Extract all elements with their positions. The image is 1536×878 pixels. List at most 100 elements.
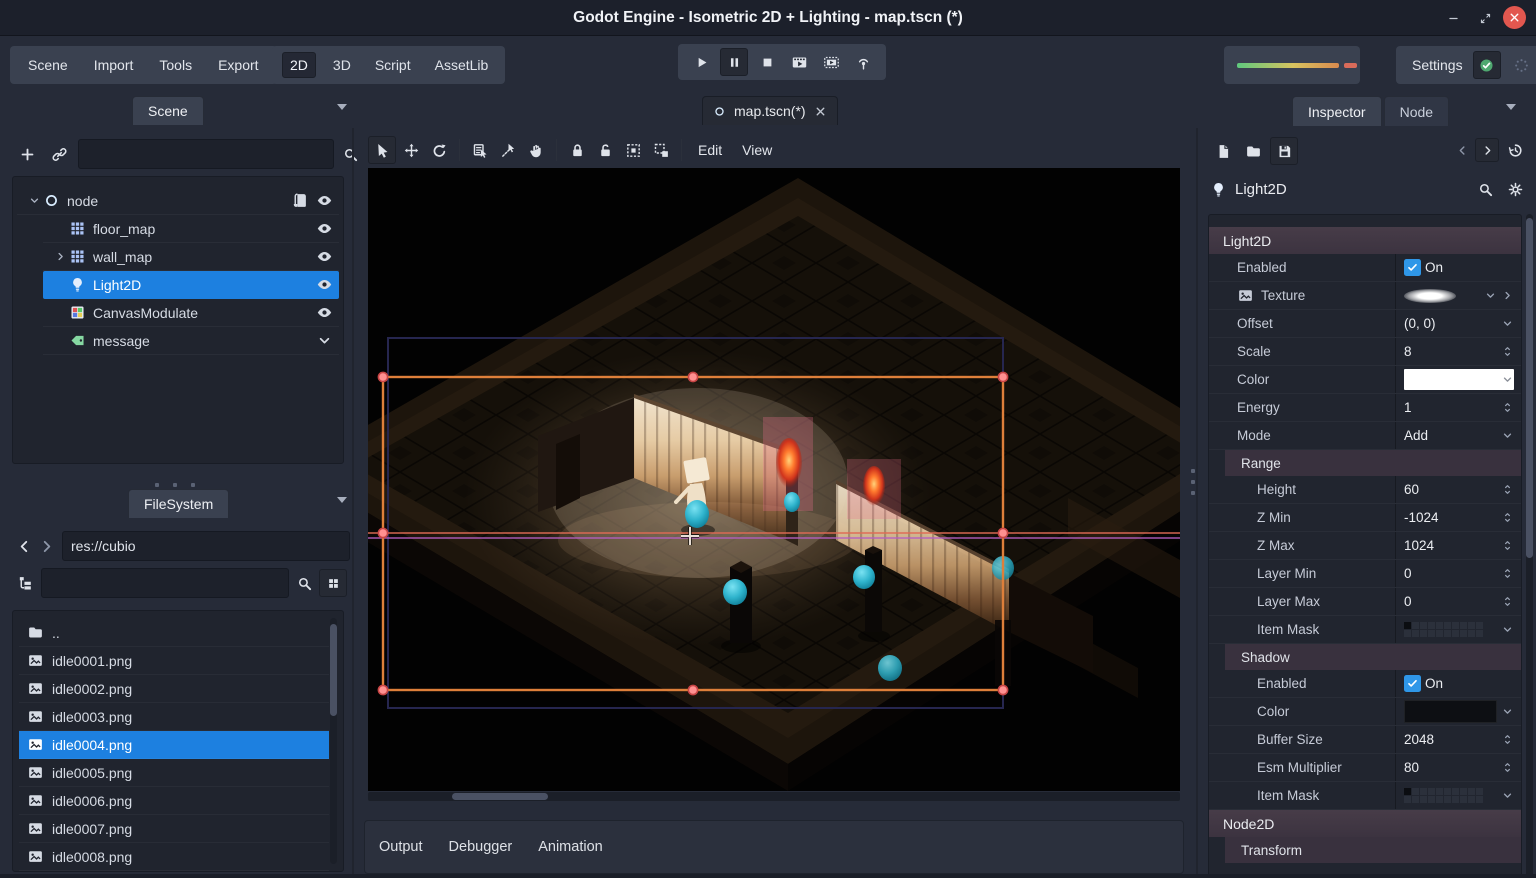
chevron-down-icon[interactable] (1501, 429, 1514, 442)
chevron-down-icon[interactable] (1501, 789, 1514, 802)
color-swatch[interactable] (1404, 369, 1514, 390)
scene-node-CanvasModulate[interactable]: CanvasModulate (43, 299, 339, 327)
add-node-button[interactable] (14, 141, 40, 167)
spin-updown-icon[interactable] (1501, 761, 1514, 774)
file-item-idle0006.png[interactable]: idle0006.png (19, 787, 329, 815)
file-item-idle0002.png[interactable]: idle0002.png (19, 675, 329, 703)
file-item-idle0003.png[interactable]: idle0003.png (19, 703, 329, 731)
pan-tool[interactable] (523, 137, 549, 163)
visibility-eye-icon[interactable] (316, 192, 333, 209)
ungroup-tool[interactable] (648, 137, 674, 163)
file-item-idle0005.png[interactable]: idle0005.png (19, 759, 329, 787)
settings-button[interactable]: Settings (1410, 57, 1465, 73)
file-item-idle0008.png[interactable]: idle0008.png (19, 843, 329, 871)
viewport-hscrollbar[interactable] (368, 792, 1180, 801)
stop-button[interactable] (754, 49, 780, 75)
select-tool[interactable] (368, 136, 396, 164)
category-light2d[interactable]: Light2D (1209, 227, 1521, 254)
dock-menu-arrow-right[interactable] (1506, 104, 1516, 110)
bottom-tab-output[interactable]: Output (379, 839, 423, 855)
ruler-tool[interactable] (495, 137, 521, 163)
group-tool[interactable] (620, 137, 646, 163)
close-tab-icon[interactable] (814, 105, 827, 118)
scene-file-tab[interactable]: map.tscn(*) (702, 96, 838, 125)
filesystem-menu-arrow[interactable] (337, 497, 347, 503)
vcs-ok-icon[interactable] (1473, 51, 1501, 79)
tab-scene-dock[interactable]: Scene (132, 96, 204, 125)
file-item-idle0007.png[interactable]: idle0007.png (19, 815, 329, 843)
layer-mask-grid[interactable] (1404, 622, 1483, 637)
load-resource-icon[interactable] (1240, 138, 1266, 164)
checkbox-checked[interactable] (1404, 675, 1421, 692)
play-custom-scene-button[interactable] (818, 49, 844, 75)
splitter-right[interactable] (1196, 128, 1198, 878)
canvas-menu-edit[interactable]: Edit (696, 142, 724, 158)
spin-updown-icon[interactable] (1501, 511, 1514, 524)
inspector-search-icon[interactable] (1474, 176, 1496, 202)
checkbox-checked[interactable] (1404, 259, 1421, 276)
fs-grid-view-icon[interactable] (319, 569, 347, 597)
scene-node-Light2D[interactable]: Light2D (43, 271, 339, 299)
chevron-down-icon[interactable] (1484, 289, 1497, 302)
play-button[interactable] (688, 49, 714, 75)
file-item-idle0001.png[interactable]: idle0001.png (19, 647, 329, 675)
inspector-tools-icon[interactable] (1504, 176, 1526, 202)
tab-inspector[interactable]: Inspector (1292, 96, 1382, 126)
scene-node-message[interactable]: message (43, 327, 339, 355)
visibility-eye-icon[interactable] (316, 220, 333, 237)
spin-updown-icon[interactable] (1501, 401, 1514, 414)
bottom-tab-debugger[interactable]: Debugger (449, 839, 513, 855)
splitter-right-handle[interactable] (1191, 462, 1195, 502)
instance-scene-button[interactable] (46, 141, 72, 167)
editor-tab-2d[interactable]: 2D (282, 52, 316, 78)
spin-updown-icon[interactable] (1501, 345, 1514, 358)
scene-filter-input[interactable] (78, 139, 334, 169)
spin-updown-icon[interactable] (1501, 733, 1514, 746)
bottom-tab-animation[interactable]: Animation (538, 839, 602, 855)
fs-filter-input[interactable] (41, 568, 289, 598)
texture-preview[interactable] (1404, 289, 1456, 303)
file-item-idle0004.png[interactable]: idle0004.png (19, 731, 329, 759)
editor-tab-3d[interactable]: 3D (326, 53, 358, 77)
inspector-scrollbar[interactable] (1526, 214, 1533, 878)
fs-split-mode-icon[interactable] (14, 570, 36, 596)
save-resource-icon[interactable] (1270, 137, 1298, 165)
unlock-tool[interactable] (592, 137, 618, 163)
expand-arrow[interactable] (25, 194, 43, 207)
chevron-down-icon[interactable] (1501, 623, 1514, 636)
section-range[interactable]: Range (1225, 450, 1521, 476)
tab-filesystem-dock[interactable]: FileSystem (128, 489, 229, 518)
chevron-down-icon[interactable] (316, 332, 333, 349)
expand-arrow[interactable] (51, 250, 69, 263)
script-icon[interactable] (291, 192, 308, 209)
pause-button[interactable] (720, 48, 748, 76)
lock-tool[interactable] (564, 137, 590, 163)
spin-updown-icon[interactable] (1501, 567, 1514, 580)
menu-import[interactable]: Import (92, 57, 136, 73)
fs-back-icon[interactable] (14, 533, 34, 559)
dock-menu-arrow-left[interactable] (337, 104, 347, 110)
new-resource-icon[interactable] (1210, 138, 1236, 164)
menu-tools[interactable]: Tools (157, 57, 194, 73)
category-node2d[interactable]: Node2D (1209, 810, 1521, 837)
editor-tab-script[interactable]: Script (368, 53, 418, 77)
spin-updown-icon[interactable] (1501, 595, 1514, 608)
play-remote-button[interactable] (850, 49, 876, 75)
list-select-tool[interactable] (467, 137, 493, 163)
section-transform[interactable]: Transform (1225, 837, 1521, 863)
menu-export[interactable]: Export (216, 57, 260, 73)
history-forward-icon[interactable] (1475, 138, 1499, 162)
splitter-left[interactable] (352, 128, 354, 878)
visibility-eye-icon[interactable] (316, 276, 333, 293)
spin-updown-icon[interactable] (1501, 539, 1514, 552)
editor-tab-assetlib[interactable]: AssetLib (428, 53, 496, 77)
move-tool[interactable] (398, 137, 424, 163)
maximize-button[interactable] (1475, 8, 1495, 28)
file-item-..[interactable]: .. (19, 619, 329, 647)
close-window-button[interactable] (1503, 6, 1526, 29)
chevron-down-icon[interactable] (1501, 317, 1514, 330)
chevron-down-icon[interactable] (1501, 705, 1514, 718)
rotate-tool[interactable] (426, 137, 452, 163)
chevron-right-icon[interactable] (1501, 289, 1514, 302)
scene-node-node[interactable]: node (17, 187, 339, 215)
